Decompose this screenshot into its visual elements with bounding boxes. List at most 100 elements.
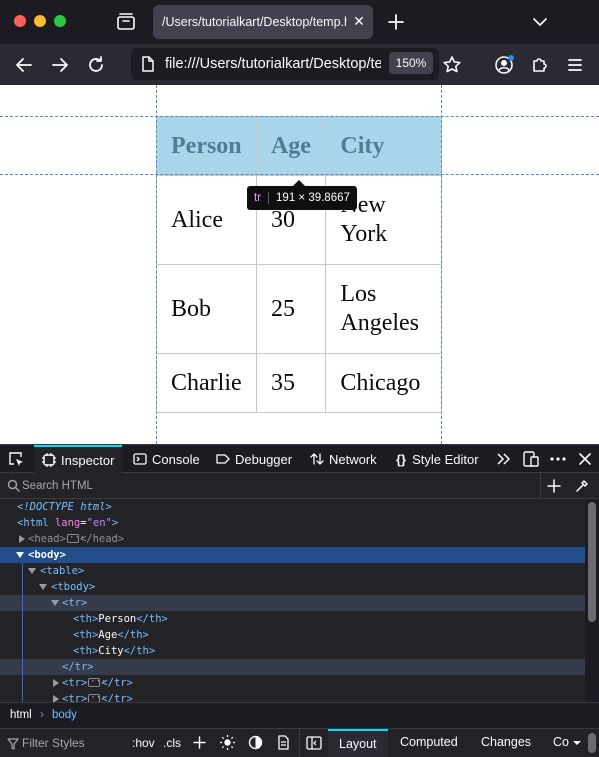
collapse-twisty-icon[interactable] [39,584,47,590]
markup-node-tr-collapsed[interactable]: <tr></tr> [0,674,585,691]
tab-changes[interactable]: Changes [470,729,542,757]
breadcrumb: html › body [0,702,599,728]
markup-node-tbody[interactable]: <tbody> [0,579,585,595]
tab-computed[interactable]: Computed [389,729,469,757]
table-header: Age [255,116,327,176]
hover-pseudo-toggle[interactable]: :hov [132,736,155,750]
table-cell: Los Angeles [325,264,442,354]
print-media-icon[interactable] [276,735,291,755]
table-row: Bob 25 Los Angeles [156,264,442,354]
inspector-icon [42,453,56,467]
element-info-tooltip: tr 191 × 39.8667 [247,180,357,210]
table-header: Person [156,116,257,176]
bookmark-star-icon[interactable] [440,53,464,77]
markup-node-body-selected[interactable]: <body> [0,547,585,563]
more-options-icon[interactable] [549,450,567,468]
table-cell: Charlie [156,353,257,413]
close-tab-icon[interactable]: ✕ [350,12,368,30]
window-minimize-button[interactable] [34,15,46,27]
devtools-toolbar: Inspector Console Debugger Network {} St… [0,444,599,473]
tab-network[interactable]: Network [310,445,377,473]
new-tab-icon[interactable] [384,10,408,34]
class-toggle[interactable]: .cls [163,736,181,750]
list-all-tabs-icon[interactable] [528,10,552,34]
collapsed-children-icon[interactable] [88,690,107,702]
toolbar-divider [299,729,300,757]
markup-node-th[interactable]: <th>City</th> [0,643,585,659]
table-cell: 35 [255,353,327,413]
tab-strip: /Users/tutorialkart/Desktop/temp.html ✕ [0,0,599,44]
expand-twisty-icon[interactable] [53,679,59,687]
markup-view: <!DOCTYPE html> <html lang="en"> <head><… [0,499,585,702]
account-icon[interactable] [492,53,516,77]
table-cell: Bob [156,264,257,354]
tab-layout[interactable]: Layout [328,729,388,757]
style-editor-icon: {} [396,451,407,467]
add-node-icon[interactable] [546,478,562,499]
browser-tab[interactable]: /Users/tutorialkart/Desktop/temp.html ✕ [153,5,373,39]
responsive-design-icon[interactable] [522,450,540,468]
search-icon [7,479,20,497]
breadcrumb-item-html[interactable]: html [10,709,32,721]
indent-guide [22,563,23,702]
console-icon [133,453,147,465]
navigation-toolbar: file:///Users/tutorialkart/Desktop/temp.… [0,44,599,85]
tab-label: Debugger [235,451,293,467]
dark-scheme-icon[interactable] [248,735,263,755]
markup-node-tr-hovered[interactable]: <tr> [0,595,585,611]
tab-title: /Users/tutorialkart/Desktop/temp.html [162,15,347,29]
markup-node-doctype[interactable]: <!DOCTYPE html> [0,499,585,515]
toggle-sidebar-icon[interactable] [306,735,322,756]
more-tools-chevron-icon[interactable] [495,450,513,468]
eyedropper-icon[interactable] [574,478,590,499]
expand-twisty-icon[interactable] [19,535,25,543]
reload-icon[interactable] [84,53,108,77]
markup-node-head[interactable]: <head></head> [0,530,585,547]
back-icon[interactable] [12,53,36,77]
forward-icon[interactable] [48,53,72,77]
search-html-input[interactable] [22,478,522,494]
light-scheme-sun-icon[interactable] [219,734,236,756]
expand-twisty-icon[interactable] [53,695,59,702]
hamburger-menu-icon[interactable] [563,53,587,77]
collapsed-children-icon[interactable] [88,674,107,690]
window-maximize-button[interactable] [54,15,66,27]
sidebar-scroll-thumb[interactable] [588,733,596,753]
table-cell: Chicago [325,353,442,413]
breadcrumb-item-body[interactable]: body [52,709,77,721]
extensions-icon[interactable] [528,53,552,77]
collapse-twisty-icon[interactable] [51,600,59,606]
tab-debugger[interactable]: Debugger [216,445,292,473]
toolbar-divider [540,473,541,499]
markup-node-tr-collapsed[interactable]: <tr></tr> [0,690,585,702]
collapse-twisty-icon[interactable] [28,568,36,574]
tab-label: Console [152,451,200,467]
element-picker-icon[interactable] [7,450,25,468]
markup-node-html[interactable]: <html lang="en"> [0,515,585,531]
highlighter-guide-top [0,116,599,117]
table-cell: 25 [255,264,327,354]
people-table: Person Age City Alice 30 New York Bob 25… [156,116,442,413]
tab-inspector[interactable]: Inspector [34,445,123,473]
zoom-level-button[interactable]: 150% [389,52,433,74]
highlighter-guide-left [156,85,157,444]
markup-node-th[interactable]: <th>Age</th> [0,627,585,643]
tab-console[interactable]: Console [133,445,200,473]
tab-style-editor[interactable]: {} Style Editor [396,445,479,473]
tooltip-dimensions: 191 × 39.8667 [276,192,350,204]
markup-node-th[interactable]: <th>Person</th> [0,611,585,627]
window-close-button[interactable] [14,15,26,27]
collapse-twisty-icon[interactable] [16,552,24,558]
close-devtools-icon[interactable] [576,450,594,468]
markup-node-table[interactable]: <table> [0,563,585,579]
tabs-overflow-chevron-icon[interactable] [571,735,583,756]
collapsed-children-icon[interactable] [66,530,85,546]
debugger-icon [216,454,230,464]
tab-label: Inspector [61,452,115,468]
add-rule-icon[interactable] [192,735,207,755]
filter-styles-input[interactable] [22,736,122,750]
markup-scroll-thumb[interactable] [588,502,596,622]
firefox-view-icon[interactable] [114,10,138,34]
markup-node-tr-close[interactable]: </tr> [0,659,585,675]
breadcrumb-separator-icon: › [40,709,44,721]
